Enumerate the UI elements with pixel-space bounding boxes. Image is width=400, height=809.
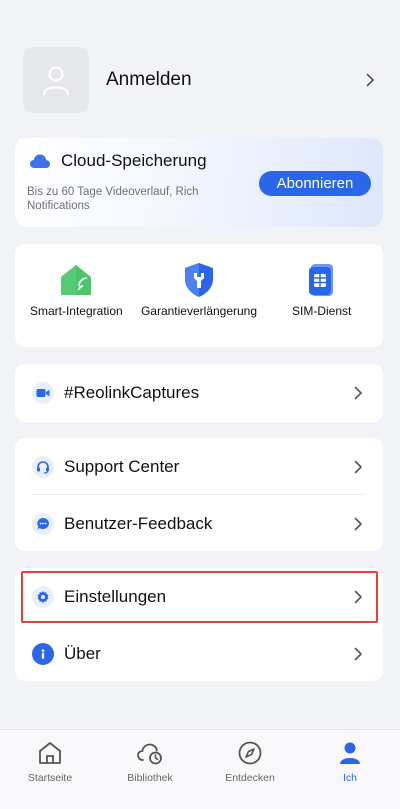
chevron-right-icon [351, 590, 365, 604]
menu-item-support-center[interactable]: Support Center [15, 438, 383, 495]
tab-library[interactable]: Bibliothek [100, 730, 200, 809]
gear-icon [32, 585, 54, 608]
support-card: Support Center Benutzer-Feedback [15, 438, 383, 551]
services-card: Smart-Integration Garantieverlängerung S… [15, 244, 383, 347]
chevron-right-icon [351, 647, 365, 661]
service-label: Smart-Integration [29, 304, 123, 318]
subscribe-button[interactable]: Abonnieren [259, 171, 371, 196]
chevron-right-icon [351, 386, 365, 400]
compass-icon [238, 741, 262, 765]
sim-card-icon [304, 262, 340, 298]
tab-discover[interactable]: Entdecken [200, 730, 300, 809]
tab-label: Ich [342, 772, 357, 784]
menu-item-about[interactable]: Über [15, 625, 383, 682]
cloud-library-icon [137, 743, 162, 765]
cloud-icon [30, 154, 50, 168]
video-camera-icon [32, 381, 54, 404]
person-icon [340, 742, 360, 764]
settings-card: Einstellungen Über [15, 568, 383, 681]
tab-home[interactable]: Startseite [0, 730, 100, 809]
chevron-right-icon [351, 460, 365, 474]
avatar [23, 47, 89, 113]
user-icon [42, 66, 70, 96]
service-warranty-extension[interactable]: Garantieverlängerung [138, 244, 261, 347]
login-label: Anmelden [106, 69, 192, 90]
menu-item-label: Einstellungen [64, 586, 167, 606]
menu-item-captures[interactable]: #ReolinkCaptures [15, 364, 383, 421]
service-smart-integration[interactable]: Smart-Integration [15, 244, 138, 347]
tab-label: Bibliothek [127, 772, 173, 784]
profile-login-row[interactable]: Anmelden [23, 47, 377, 113]
menu-item-label: #ReolinkCaptures [64, 382, 200, 402]
menu-item-settings[interactable]: Einstellungen [15, 568, 383, 625]
service-sim[interactable]: SIM-Dienst [260, 244, 383, 347]
smart-home-icon [58, 262, 94, 298]
menu-item-user-feedback[interactable]: Benutzer-Feedback [15, 495, 383, 552]
tab-label: Startseite [27, 772, 73, 784]
cloud-storage-title: Cloud-Speicherung [61, 151, 207, 170]
tab-label: Entdecken [225, 772, 275, 784]
bottom-tab-bar: Startseite Bibliothek Entdecken Ich [0, 729, 400, 809]
menu-item-label: Über [64, 643, 101, 663]
captures-card: #ReolinkCaptures [15, 364, 383, 422]
warranty-shield-icon [181, 262, 217, 298]
menu-item-label: Benutzer-Feedback [64, 513, 213, 533]
headset-icon [32, 455, 54, 478]
tab-me[interactable]: Ich [300, 730, 400, 809]
chevron-right-icon [363, 73, 377, 87]
cloud-storage-description: Bis zu 60 Tage Videoverlauf, Rich Notifi… [27, 186, 199, 212]
info-icon [32, 642, 54, 665]
chat-bubble-icon [32, 512, 54, 535]
chevron-right-icon [351, 517, 365, 531]
service-label: SIM-Dienst [292, 304, 352, 318]
menu-item-label: Support Center [64, 456, 180, 476]
home-icon [39, 742, 61, 764]
service-label: Garantieverlängerung [140, 304, 258, 318]
